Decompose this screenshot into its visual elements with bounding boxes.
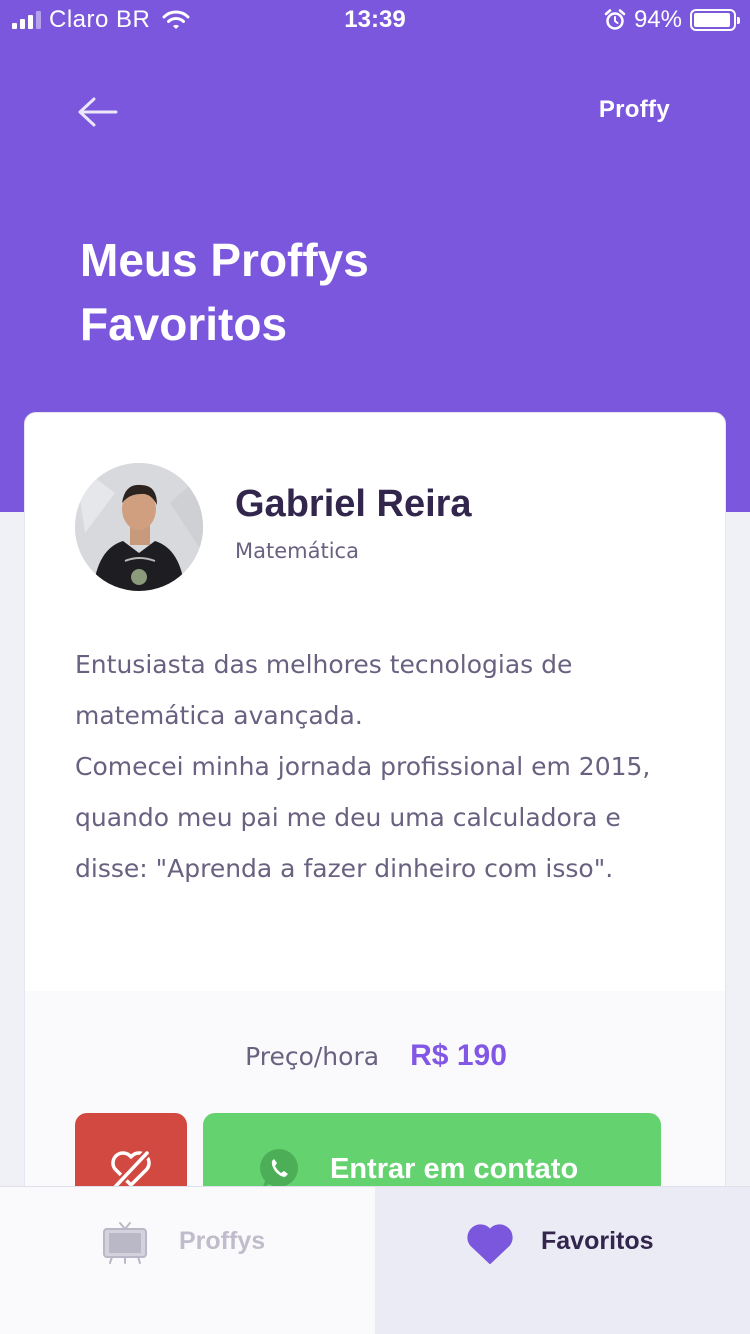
- teacher-subject: Matemática: [235, 539, 359, 563]
- teacher-name: Gabriel Reira: [235, 483, 472, 525]
- teacher-bio: Entusiasta das melhores tecnologias de m…: [75, 639, 675, 894]
- tab-proffys-label: Proffys: [179, 1227, 266, 1255]
- teacher-card: Gabriel Reira Matemática Entusiasta das …: [24, 412, 726, 1212]
- tv-icon: [103, 1222, 147, 1264]
- price-label: Preço/hora: [245, 1042, 380, 1071]
- avatar: [75, 463, 203, 591]
- card-footer: Preço/hora R$ 190 Entrar em contato: [25, 991, 725, 1211]
- page-title-line-2: Favoritos: [80, 298, 288, 350]
- contact-label: Entrar em contato: [330, 1153, 579, 1185]
- battery-icon: [690, 9, 740, 31]
- heart-outline-broken-icon: [111, 1150, 151, 1190]
- avatar-photo: [75, 463, 203, 591]
- price-value: R$ 190: [410, 1039, 507, 1072]
- bio-paragraph-1: Entusiasta das melhores tecnologias de m…: [75, 650, 573, 730]
- alarm-icon: [604, 9, 626, 30]
- status-right: 94%: [604, 6, 740, 34]
- battery-fill: [694, 13, 730, 27]
- heart-icon: [467, 1224, 513, 1264]
- tab-bar: Proffys Favoritos: [0, 1186, 750, 1334]
- app-logo: Proffy: [598, 96, 670, 123]
- arrow-left-icon[interactable]: [78, 92, 120, 132]
- tab-proffys[interactable]: Proffys: [0, 1187, 375, 1334]
- tab-favoritos-label: Favoritos: [541, 1227, 654, 1255]
- whatsapp-icon: [260, 1149, 298, 1187]
- tab-favoritos[interactable]: Favoritos: [375, 1187, 750, 1334]
- status-bar: Claro BR 13:39 94%: [0, 0, 750, 40]
- price-row: Preço/hora R$ 190: [25, 1039, 725, 1073]
- bio-paragraph-2: Comecei minha jornada profissional em 20…: [75, 752, 651, 883]
- page-title: Meus Proffys Favoritos: [80, 228, 500, 356]
- page-title-line-1: Meus Proffys: [80, 234, 369, 286]
- battery-percent: 94%: [633, 6, 682, 33]
